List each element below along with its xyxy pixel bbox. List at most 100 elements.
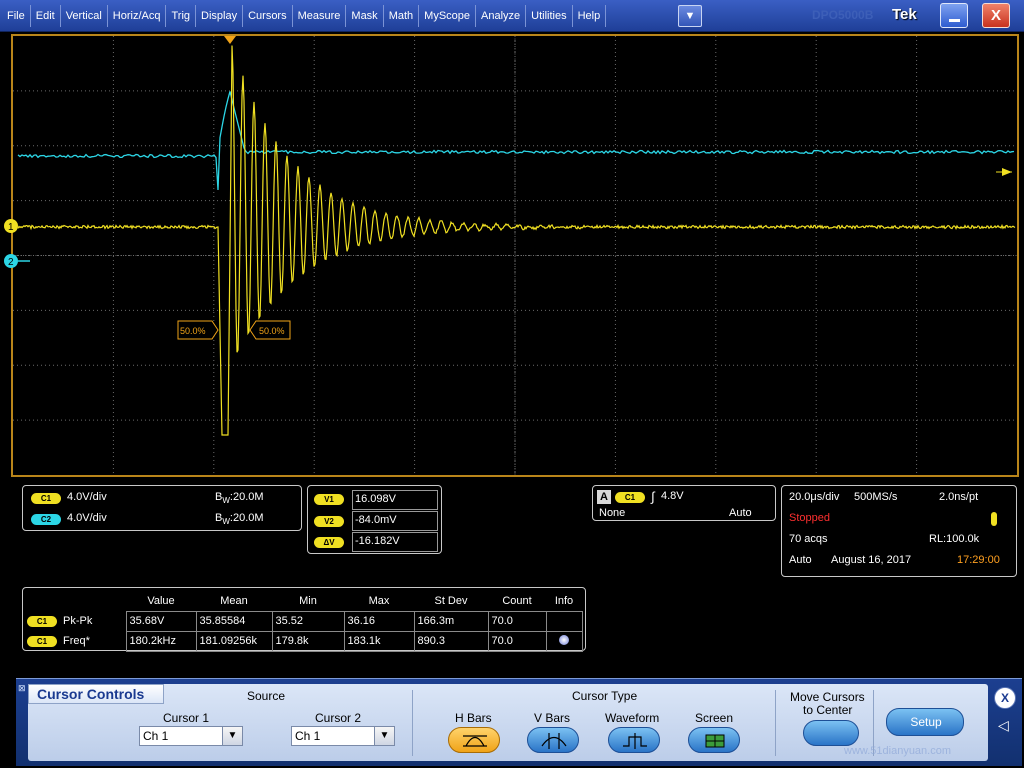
watermark-text: www.51dianyuan.com [844, 745, 951, 757]
col-value: Value [126, 591, 196, 611]
setup-button[interactable]: Setup [886, 708, 964, 736]
screen-label: Screen [695, 711, 733, 725]
meas1-value: 35.68V [126, 611, 196, 631]
cursor2-label: Cursor 2 [315, 711, 361, 725]
ch1-bandwidth: BW:20.0M [215, 491, 264, 505]
cursor1-source-select[interactable]: Ch 1 ▼ [139, 726, 243, 746]
cursor-controls-window: ⊠ Cursor Controls Source Cursor 1 Ch 1 ▼… [16, 678, 1022, 766]
graticule-grid [13, 36, 1017, 475]
close-panel-button[interactable]: X [994, 687, 1016, 709]
hbars-icon [462, 733, 488, 749]
info-icon[interactable] [559, 635, 569, 645]
cursor1-percent: 50.0% [180, 326, 206, 336]
v2-value: -84.0mV [352, 511, 438, 531]
acq-status: Stopped [789, 512, 830, 524]
collapse-arrow-icon[interactable]: ◁ [998, 717, 1009, 734]
ch2-waveform [18, 91, 1014, 190]
v2-badge: V2 [314, 516, 344, 527]
acq-time: 17:29:00 [957, 554, 1000, 566]
measurement-table: Value Mean Min Max St Dev Count Info C1 … [24, 591, 583, 652]
meas1-min: 35.52 [272, 611, 344, 631]
move-to-center-button[interactable] [803, 720, 859, 746]
source-label: Source [247, 689, 285, 703]
timebase: 20.0μs/div [789, 491, 839, 503]
acq-date: August 16, 2017 [831, 554, 911, 566]
trigger-level: 4.8V [661, 490, 684, 502]
panel-grip-icon[interactable]: ⊠ [18, 683, 26, 694]
meas2-stdev: 890.3 [414, 631, 488, 651]
meas1-badge: C1 [27, 616, 57, 627]
v1-value: 16.098V [352, 490, 438, 510]
cursor-readout-panel[interactable]: V1 16.098V V2 -84.0mV ΔV -16.182V [307, 485, 442, 554]
v1-badge: V1 [314, 494, 344, 505]
screen-button[interactable] [688, 727, 740, 753]
cursor-controls-title: Cursor Controls [28, 684, 164, 704]
record-length: RL:100.0k [929, 533, 979, 545]
cursor2-source-select[interactable]: Ch 1 ▼ [291, 726, 395, 746]
waveform-button[interactable] [608, 727, 660, 753]
vbars-button[interactable] [527, 727, 579, 753]
meas1-max: 36.16 [344, 611, 414, 631]
acq-count: 70 acqs [789, 533, 828, 545]
cursor1-label: Cursor 1 [163, 711, 209, 725]
cursor-type-label: Cursor Type [572, 689, 637, 703]
vbars-label: V Bars [534, 711, 570, 725]
meas2-max: 183.1k [344, 631, 414, 651]
channel-scale-panel[interactable]: C1 4.0V/div BW:20.0M C2 4.0V/div BW:20.0… [22, 485, 302, 531]
meas1-info [546, 611, 582, 631]
meas2-badge: C1 [27, 636, 57, 647]
trigger-coupling: None [599, 507, 625, 519]
rising-edge-icon: ∫ [651, 489, 655, 504]
measurement-row[interactable]: C1 Pk-Pk 35.68V 35.85584 35.52 36.16 166… [24, 611, 582, 631]
acq-mode: Auto [789, 554, 812, 566]
ch2-scale: 4.0V/div [67, 512, 107, 524]
meas2-count: 70.0 [488, 631, 546, 651]
meas1-count: 70.0 [488, 611, 546, 631]
trigger-mode: Auto [729, 507, 752, 519]
col-stdev: St Dev [414, 591, 488, 611]
delta-v-value: -16.182V [352, 532, 438, 552]
ch2-bandwidth: BW:20.0M [215, 512, 264, 526]
measurement-row[interactable]: C1 Freq* 180.2kHz 181.09256k 179.8k 183.… [24, 631, 582, 651]
meas2-info [546, 631, 582, 651]
ch2-badge: C2 [31, 514, 61, 525]
waveform-label: Waveform [605, 711, 659, 725]
measurement-header-row: Value Mean Min Max St Dev Count Info [24, 591, 582, 611]
hbars-label: H Bars [455, 711, 492, 725]
waveform-canvas: 1 2 50.0% 50.0% [0, 0, 1024, 480]
meas2-name: Freq* [60, 631, 126, 651]
ch1-marker-label: 1 [8, 222, 14, 233]
trigger-a-label: A [597, 490, 611, 504]
waveform-cursor-icon [622, 733, 648, 749]
meas1-name: Pk-Pk [60, 611, 126, 631]
meas2-min: 179.8k [272, 631, 344, 651]
trigger-panel[interactable]: A C1 ∫ 4.8V None Auto [592, 485, 776, 521]
vbars-icon [541, 733, 567, 749]
sample-rate: 500MS/s [854, 491, 897, 503]
cursor2-dropdown-icon[interactable]: ▼ [374, 727, 394, 745]
cursor1-dropdown-icon[interactable]: ▼ [222, 727, 242, 745]
move-cursors-label-2: to Center [803, 703, 852, 717]
col-mean: Mean [196, 591, 272, 611]
screen-cursor-icon [702, 733, 728, 749]
thermometer-icon [991, 512, 997, 526]
ch1-badge: C1 [31, 493, 61, 504]
acquisition-panel[interactable]: 20.0μs/div 500MS/s 2.0ns/pt Stopped 70 a… [781, 485, 1017, 577]
cursor2-percent: 50.0% [259, 326, 285, 336]
move-cursors-label: Move Cursors [790, 690, 865, 704]
hbars-button[interactable] [448, 727, 500, 753]
ch2-marker-label: 2 [8, 257, 14, 268]
meas2-mean: 181.09256k [196, 631, 272, 651]
meas1-mean: 35.85584 [196, 611, 272, 631]
trigger-position-marker[interactable] [224, 36, 236, 44]
col-min: Min [272, 591, 344, 611]
resolution: 2.0ns/pt [939, 491, 978, 503]
ch1-scale: 4.0V/div [67, 491, 107, 503]
meas2-value: 180.2kHz [126, 631, 196, 651]
col-count: Count [488, 591, 546, 611]
ch1-waveform [18, 46, 1015, 436]
col-info: Info [546, 591, 582, 611]
trigger-source-badge: C1 [615, 492, 645, 503]
col-max: Max [344, 591, 414, 611]
meas1-stdev: 166.3m [414, 611, 488, 631]
